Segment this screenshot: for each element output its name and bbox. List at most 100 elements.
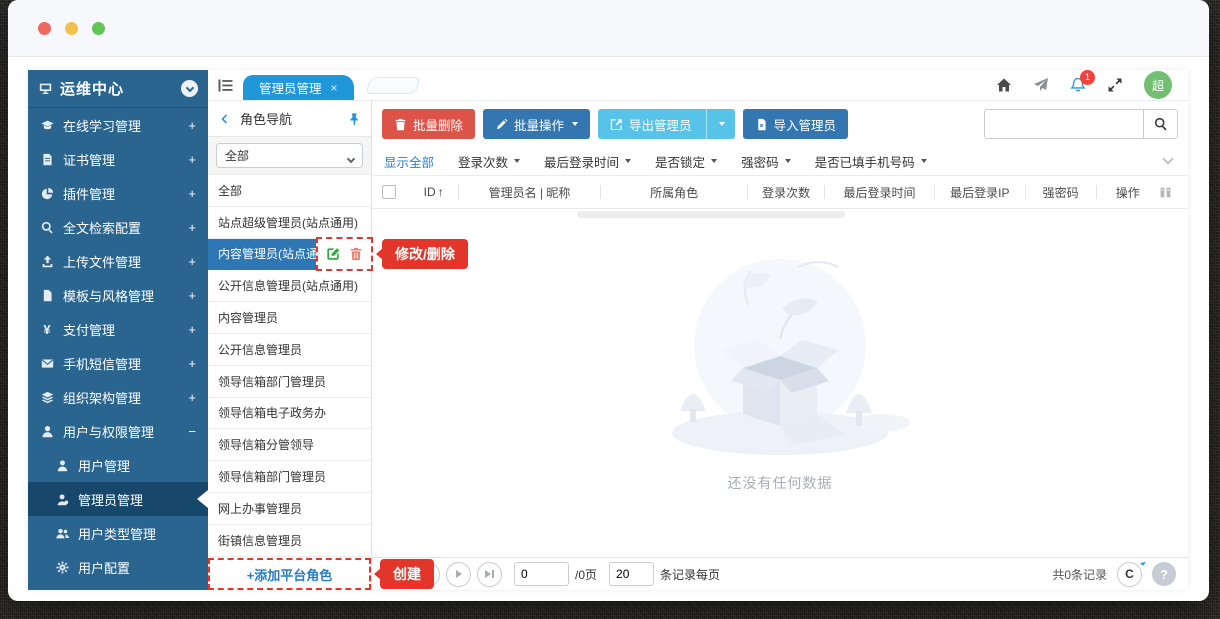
certificate-icon: [40, 152, 54, 166]
filter-has-phone[interactable]: 是否已填手机号码: [815, 152, 927, 171]
role-filter-select[interactable]: 全部: [216, 143, 363, 168]
search-input[interactable]: [984, 109, 1144, 139]
sidebar-subitem-user-management[interactable]: 用户管理: [28, 448, 208, 482]
edit-icon[interactable]: [326, 247, 340, 261]
sidebar-item-users-permissions[interactable]: 用户与权限管理 −: [28, 414, 208, 448]
role-item[interactable]: 领导信箱分管领导: [208, 429, 371, 461]
filter-bar: 显示全部 登录次数 最后登录时间 是否锁定 强密码 是否已填手机号码: [372, 147, 1188, 176]
role-item[interactable]: 公开信息管理员: [208, 334, 371, 366]
column-login-count[interactable]: 登录次数: [748, 184, 824, 201]
next-page-button[interactable]: [446, 562, 471, 587]
export-admin-button[interactable]: 导出管理员: [598, 109, 706, 139]
role-item[interactable]: 街镇信息管理员: [208, 525, 371, 557]
column-name[interactable]: 管理员名 | 昵称: [459, 184, 600, 201]
avatar[interactable]: 超: [1144, 71, 1172, 99]
sidebar: 运维中心 在线学习管理 + 证书管理 + 插件管理 + 全文检索配置: [28, 70, 208, 590]
horizontal-scrollbar[interactable]: [577, 211, 845, 218]
role-navigation-panel: 角色导航 全部 全部 站点超级管理员(站点通用) 内容管理员(站点通用): [208, 101, 372, 590]
sort-asc-icon[interactable]: ↑: [438, 185, 444, 199]
filter-last-login-time[interactable]: 最后登录时间: [544, 152, 631, 171]
export-admin-label: 导出管理员: [629, 115, 692, 134]
sidebar-collapse-icon[interactable]: [181, 80, 198, 97]
help-button[interactable]: ?: [1152, 562, 1176, 586]
sidebar-subitem-user-config[interactable]: 用户配置: [28, 550, 208, 584]
page-size-input[interactable]: [609, 562, 654, 586]
role-item[interactable]: 内容管理员: [208, 302, 371, 334]
sidebar-item-plugins[interactable]: 插件管理 +: [28, 176, 208, 210]
sidebar-item-payment[interactable]: ¥ 支付管理 +: [28, 312, 208, 346]
role-item[interactable]: 全部: [208, 175, 371, 207]
paper-plane-icon[interactable]: [1033, 77, 1049, 93]
sidebar-item-label: 模板与风格管理: [63, 286, 154, 305]
column-settings-icon[interactable]: [1159, 186, 1172, 199]
expand-plus-icon: +: [188, 118, 196, 133]
chevron-left-icon[interactable]: [218, 113, 230, 125]
sidebar-item-templates[interactable]: 模板与风格管理 +: [28, 278, 208, 312]
role-item[interactable]: 站点超级管理员(站点通用): [208, 207, 371, 239]
column-last-login-ip[interactable]: 最后登录IP: [935, 184, 1025, 201]
batch-delete-button[interactable]: 批量删除: [382, 109, 475, 139]
users-icon: [55, 526, 69, 540]
layers-icon: [40, 390, 54, 404]
sidebar-item-label: 组织架构管理: [63, 388, 141, 407]
minimize-window-button[interactable]: [65, 22, 78, 35]
search-button[interactable]: [1144, 109, 1178, 139]
role-item-selected[interactable]: 内容管理员(站点通用) 修改/删除: [208, 239, 371, 271]
column-strong-password[interactable]: 强密码: [1026, 184, 1096, 201]
column-id[interactable]: ID↑: [409, 185, 458, 199]
sidebar-item-fulltext-search[interactable]: 全文检索配置 +: [28, 210, 208, 244]
sidebar-subitem-admin-config[interactable]: 管理员配置: [28, 584, 208, 590]
tab-admin-management[interactable]: 管理员管理 ×: [243, 75, 354, 100]
filter-locked[interactable]: 是否锁定: [655, 152, 717, 171]
role-item[interactable]: 领导信箱部门管理员: [208, 366, 371, 398]
role-item[interactable]: 公开信息管理员(站点通用): [208, 270, 371, 302]
sidebar-item-organization[interactable]: 组织架构管理 +: [28, 380, 208, 414]
import-admin-label: 导入管理员: [774, 115, 837, 134]
filter-login-count[interactable]: 登录次数: [458, 152, 520, 171]
batch-operation-button[interactable]: 批量操作: [483, 109, 590, 139]
column-role[interactable]: 所属角色: [601, 184, 747, 201]
outdent-icon[interactable]: [218, 79, 233, 92]
sidebar-subitem-label: 管理员管理: [78, 490, 143, 509]
select-all-checkbox[interactable]: [382, 185, 396, 199]
empty-state: 还没有任何数据: [630, 253, 930, 493]
home-icon[interactable]: [996, 77, 1012, 93]
role-item-tools: [316, 237, 373, 272]
close-window-button[interactable]: [38, 22, 51, 35]
sidebar-header[interactable]: 运维中心: [28, 70, 208, 108]
role-item[interactable]: 领导信箱部门管理员: [208, 461, 371, 493]
sidebar-item-certificate[interactable]: 证书管理 +: [28, 142, 208, 176]
pin-icon[interactable]: [348, 112, 361, 126]
page-number-input[interactable]: [514, 562, 569, 586]
sidebar-item-upload-files[interactable]: 上传文件管理 +: [28, 244, 208, 278]
sidebar-item-sms[interactable]: 手机短信管理 +: [28, 346, 208, 380]
maximize-window-button[interactable]: [92, 22, 105, 35]
fullscreen-icon[interactable]: [1107, 77, 1123, 93]
refresh-button[interactable]: C: [1117, 562, 1142, 587]
add-platform-role-button[interactable]: +添加平台角色 创建: [208, 558, 371, 590]
sidebar-subitem-label: 用户配置: [78, 558, 130, 577]
import-admin-button[interactable]: 导入管理员: [743, 109, 849, 139]
sidebar-subitem-user-types[interactable]: 用户类型管理: [28, 516, 208, 550]
sidebar-item-online-learning[interactable]: 在线学习管理 +: [28, 108, 208, 142]
role-item[interactable]: 领导信箱电子政务办: [208, 398, 371, 430]
main-area: 管理员管理 × 1 超: [208, 70, 1188, 590]
export-icon: [610, 118, 623, 131]
column-actions[interactable]: 操作: [1097, 184, 1159, 201]
export-dropdown-button[interactable]: [706, 109, 735, 139]
last-page-button[interactable]: [477, 562, 502, 587]
expand-plus-icon: +: [188, 288, 196, 303]
trash-icon[interactable]: [349, 247, 363, 261]
add-platform-role-label: +添加平台角色: [247, 565, 333, 584]
per-page-label: 条记录每页: [660, 566, 720, 583]
filter-strong-password[interactable]: 强密码: [741, 152, 791, 171]
sidebar-subitem-admin-management[interactable]: 管理员管理: [28, 482, 208, 516]
tab-close-icon[interactable]: ×: [331, 82, 338, 94]
show-all-link[interactable]: 显示全部: [384, 152, 434, 171]
bell-icon[interactable]: 1: [1070, 77, 1086, 93]
caret-down-icon: [921, 159, 927, 163]
filter-collapse-chevron-icon[interactable]: [1162, 153, 1173, 164]
role-item[interactable]: 网上办事管理员: [208, 493, 371, 525]
column-last-login-time[interactable]: 最后登录时间: [825, 184, 934, 201]
pager: /0页 条记录每页 共0条记录 C ?: [372, 557, 1188, 590]
